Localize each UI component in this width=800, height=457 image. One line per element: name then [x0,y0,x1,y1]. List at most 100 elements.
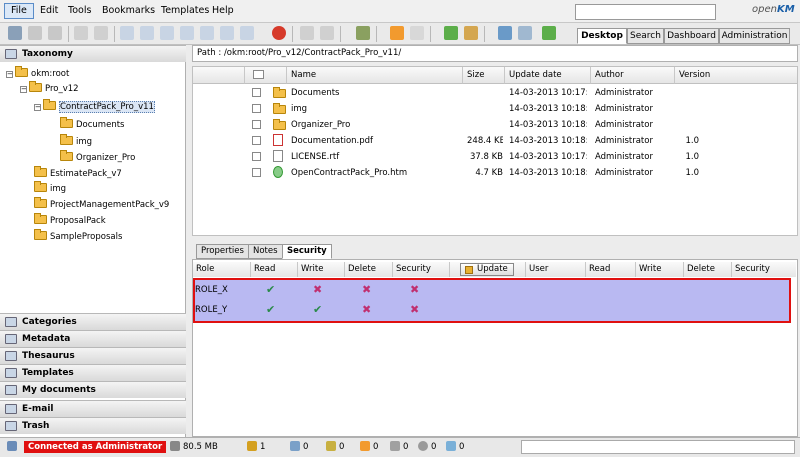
add-subscription-icon[interactable] [320,26,334,40]
denied-cross-icon[interactable]: ✖ [313,283,322,296]
menu-help[interactable]: Help [206,3,240,19]
collapse-toggle-icon[interactable]: − [6,71,13,78]
col-header-icons[interactable] [193,67,245,84]
properties-icon[interactable] [220,26,234,40]
find-folder-icon[interactable] [28,26,42,40]
collapse-toggle-icon[interactable]: − [20,86,27,93]
row-checkbox[interactable] [252,136,261,145]
status-subscriptions[interactable]: 0 [326,441,344,453]
tab-administration[interactable]: Administration [719,28,790,44]
tree-node-proposal[interactable]: ProposalPack [34,213,106,228]
folder-icon [60,134,73,145]
denied-cross-icon[interactable]: ✖ [362,283,371,296]
table-row[interactable]: LICENSE.rtf 37.8 KB 14-03-2013 10:17:36 Adm… [193,149,797,165]
collapse-toggle-icon[interactable]: − [34,104,41,111]
tree-node-img2[interactable]: img [34,181,66,196]
granted-check-icon[interactable]: ✔ [266,303,275,316]
row-checkbox[interactable] [252,120,261,129]
check-in-icon[interactable] [160,26,174,40]
granted-check-icon[interactable]: ✔ [313,303,322,316]
delete-icon[interactable] [272,26,286,40]
col-header-size[interactable]: Size [463,67,505,84]
lock-icon[interactable] [74,26,88,40]
status-message-field[interactable] [521,440,795,454]
row-checkbox[interactable] [252,88,261,97]
col-header-name[interactable]: Name [287,67,463,84]
tree-node-img[interactable]: img [60,134,92,149]
tree-node-organizer[interactable]: Organizer_Pro [60,150,135,165]
status-keywords[interactable]: 0 [390,441,408,453]
quick-search-input[interactable] [575,4,716,20]
tree-node-sample[interactable]: SampleProposals [34,229,122,244]
tab-security[interactable]: Security [282,244,332,259]
check-out-icon[interactable] [140,26,154,40]
section-templates[interactable]: Templates [0,364,186,381]
denied-cross-icon[interactable]: ✖ [362,303,371,316]
status-locked-docs[interactable]: 1 [247,441,265,453]
row-checkbox[interactable] [252,168,261,177]
status-workflows[interactable]: 0 [418,441,436,453]
export-icon[interactable] [518,26,532,40]
tree-node-contractpack[interactable]: − ContractPack_Pro_v11 [34,99,155,114]
refresh-icon[interactable] [444,26,458,40]
section-trash[interactable]: Trash [0,417,186,434]
col-header-update-date[interactable]: Update date [505,67,591,84]
find-document-icon[interactable] [48,26,62,40]
path-bar: Path : /okm:root/Pro_v12/ContractPack_Pr… [192,45,798,62]
col-header-version[interactable]: Version [675,67,797,84]
menu-tools[interactable]: Tools [62,3,97,19]
denied-cross-icon[interactable]: ✖ [410,303,419,316]
tab-desktop[interactable]: Desktop [577,28,627,44]
status-news[interactable]: 0 [360,441,378,453]
denied-cross-icon[interactable]: ✖ [410,283,419,296]
tree-node-estimate[interactable]: EstimatePack_v7 [34,166,122,181]
status-messages[interactable]: 0 [446,441,464,453]
horizontal-splitter[interactable] [192,236,798,242]
status-checkout-docs[interactable]: 0 [290,441,308,453]
table-row[interactable]: Organizer_Pro 14-03-2013 10:18:19 Administ… [193,117,797,133]
unlock-icon[interactable] [94,26,108,40]
col-header-select[interactable] [245,67,287,84]
section-taxonomy[interactable]: Taxonomy [0,45,186,62]
section-categories[interactable]: Categories [0,313,186,330]
tab-properties[interactable]: Properties [196,244,249,259]
table-row[interactable]: img 14-03-2013 10:18:55 Administrator [193,101,797,117]
tab-search[interactable]: Search [627,28,664,44]
tree-node-documents[interactable]: Documents [60,117,124,132]
scanner-icon[interactable] [390,26,404,40]
add-document-property-icon[interactable] [498,26,512,40]
uploader-icon[interactable] [410,26,424,40]
tree-node-projectmgmt[interactable]: ProjectManagementPack_v9 [34,197,169,212]
tab-notes[interactable]: Notes [248,244,283,259]
section-thesaurus[interactable]: Thesaurus [0,347,186,364]
menu-file[interactable]: File [4,3,34,19]
home-icon[interactable] [464,26,478,40]
menu-bookmarks[interactable]: Bookmarks [96,3,161,19]
section-my-documents[interactable]: My documents [0,381,186,398]
tree-node-pro-v12[interactable]: − Pro_v12 [20,81,79,96]
tree-node-root[interactable]: − okm:root [6,66,70,81]
logo-prefix: open [752,4,777,15]
tab-dashboard[interactable]: Dashboard [664,28,719,44]
table-row[interactable]: Documents 14-03-2013 10:17:36 Administrato… [193,85,797,101]
granted-check-icon[interactable]: ✔ [266,283,275,296]
menu-edit[interactable]: Edit [34,3,64,19]
start-workflow-icon[interactable] [300,26,314,40]
section-metadata[interactable]: Metadata [0,330,186,347]
import-icon[interactable] [542,26,556,40]
section-email[interactable]: E-mail [0,400,186,417]
cell-author: Administrator [595,152,653,162]
table-row[interactable]: OpenContractPack_Pro.htm 4.7 KB 14-03-2013… [193,165,797,181]
cancel-edit-icon[interactable] [180,26,194,40]
table-row[interactable]: Documentation.pdf 248.4 KB 14-03-2013 10:1… [193,133,797,149]
add-property-group-icon[interactable] [240,26,254,40]
update-button[interactable]: Update [460,263,514,276]
tree-label: okm:root [31,69,70,79]
download-icon[interactable] [200,26,214,40]
row-checkbox[interactable] [252,152,261,161]
create-folder-icon[interactable] [8,26,22,40]
col-header-author[interactable]: Author [591,67,675,84]
settings-gear-icon[interactable] [356,26,370,40]
row-checkbox[interactable] [252,104,261,113]
add-document-icon[interactable] [120,26,134,40]
